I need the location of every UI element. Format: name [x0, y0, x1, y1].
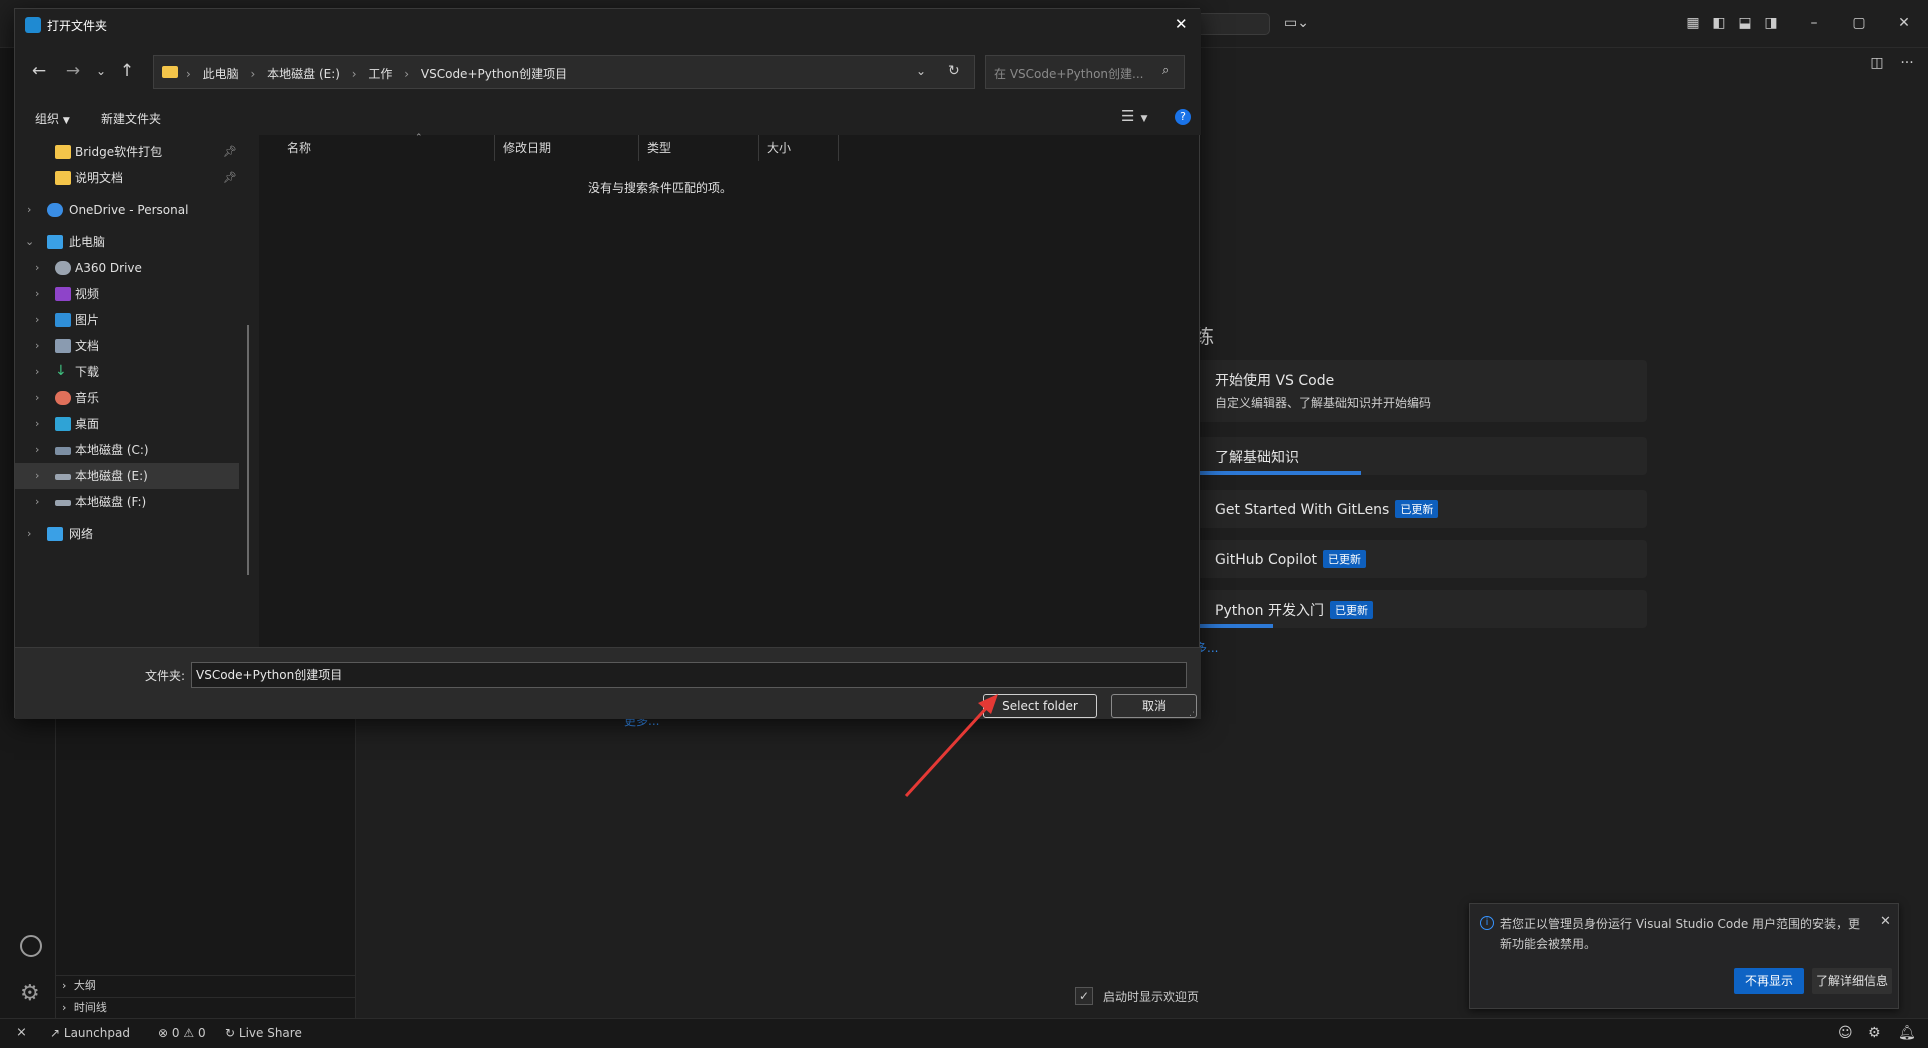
annotation-arrow	[904, 694, 998, 798]
